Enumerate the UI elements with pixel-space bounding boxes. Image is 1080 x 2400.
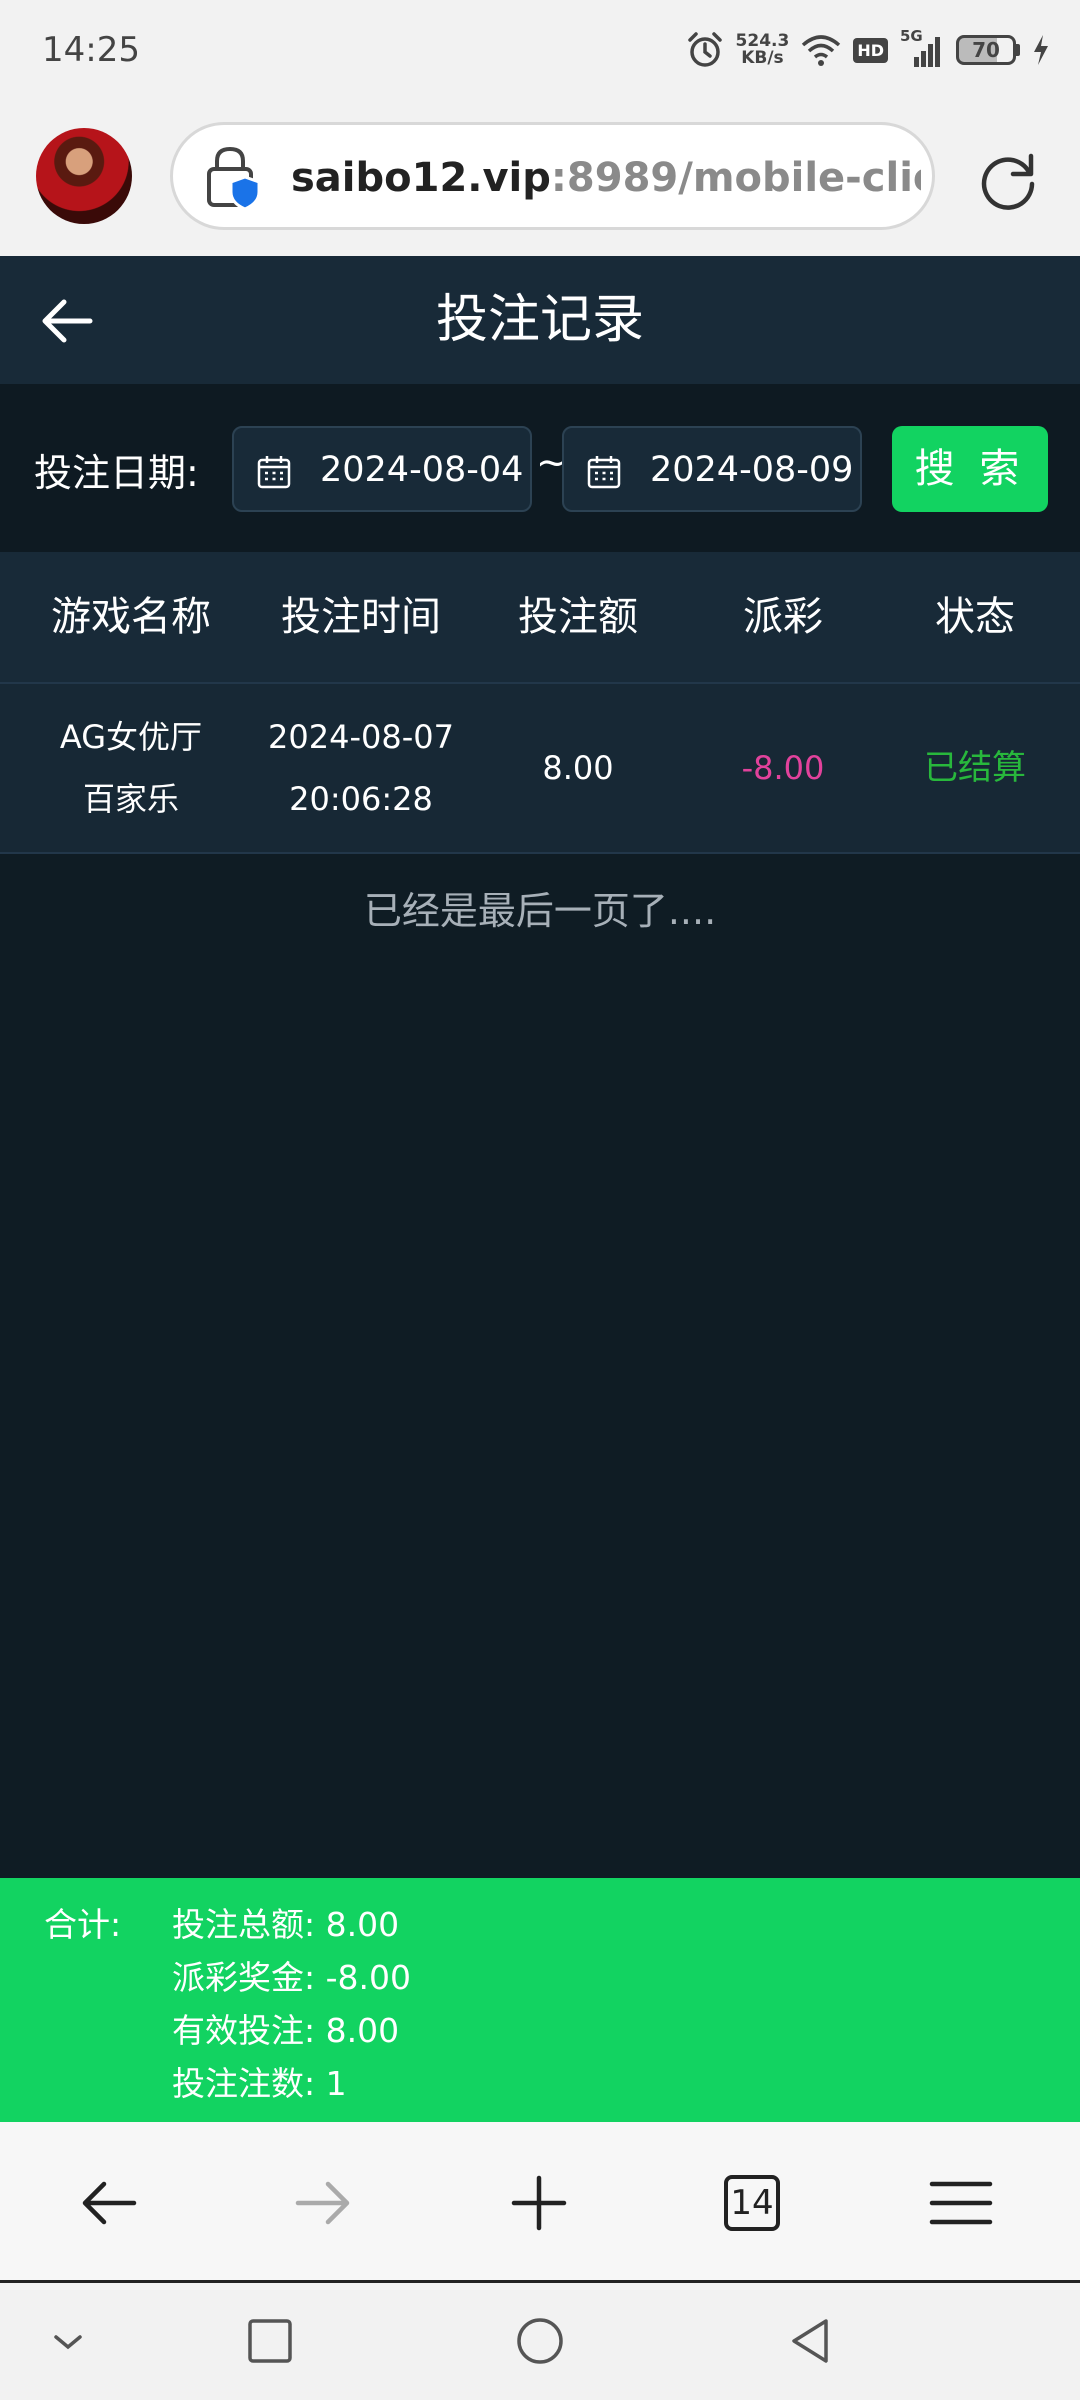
alarm-icon xyxy=(687,32,722,67)
reload-icon[interactable] xyxy=(975,148,1041,214)
bet-date-label: 投注日期: xyxy=(34,451,199,495)
new-tab-plus-icon[interactable] xyxy=(506,2170,572,2236)
browser-forward-icon[interactable] xyxy=(290,2170,356,2236)
charging-icon xyxy=(1034,35,1048,65)
tabs-count-button[interactable]: 14 xyxy=(724,2175,780,2231)
payout-cell: -8.00 xyxy=(696,684,870,852)
game-name-cell: AG女优厅 百家乐 xyxy=(0,684,262,852)
search-button[interactable]: 搜 索 xyxy=(892,426,1048,512)
bet-date: 2024-08-07 xyxy=(268,718,454,756)
bet-time: 20:06:28 xyxy=(289,780,433,818)
net-speed-unit: KB/s xyxy=(741,48,784,68)
summary-panel: 合计: 投注总额: 8.00 派彩奖金: -8.00 有效投注: 8.00 投注… xyxy=(0,1878,1080,2122)
end-of-list-note: 已经是最后一页了.... xyxy=(363,889,717,933)
start-date-value: 2024-08-04 xyxy=(320,450,524,490)
payout-value: -8.00 xyxy=(741,749,825,787)
browser-address-bar: saibo12.vip:8989/mobile-client/s xyxy=(0,100,1080,256)
collapse-chevron-icon[interactable] xyxy=(40,2313,96,2369)
calendar-icon xyxy=(587,456,621,489)
back-arrow-icon[interactable] xyxy=(40,294,94,348)
table-header: 游戏名称 投注时间 投注额 派彩 状态 xyxy=(0,552,1080,682)
status-time: 14:25 xyxy=(42,30,140,70)
net-speed: 524.3 KB/s xyxy=(736,33,790,67)
url-text: saibo12.vip:8989/mobile-client/s xyxy=(291,155,921,201)
url-field[interactable]: saibo12.vip:8989/mobile-client/s xyxy=(170,122,935,230)
system-navigation-bar xyxy=(0,2283,1080,2400)
browser-toolbar: 14 xyxy=(0,2122,1080,2280)
status-cell: 已结算 xyxy=(870,684,1080,852)
lock-shield-icon xyxy=(207,146,261,211)
home-circle-icon[interactable] xyxy=(512,2313,568,2369)
battery-level: 70 xyxy=(972,38,1000,62)
hd-badge: HD xyxy=(853,37,888,63)
date-filter: 投注日期: 2024-08-04 ~ 2024-08-09 搜 索 xyxy=(0,384,1080,552)
url-path: :8989/mobile-client/s xyxy=(550,155,921,201)
start-date-field[interactable]: 2024-08-04 xyxy=(232,426,532,512)
game-name-line1: AG女优厅 xyxy=(59,718,203,756)
tab-count: 14 xyxy=(730,2183,774,2223)
column-header-game: 游戏名称 xyxy=(51,594,211,640)
page-title: 投注记录 xyxy=(435,290,644,350)
summary-valid-bet: 有效投注: 8.00 xyxy=(172,2011,400,2050)
page-header: 投注记录 xyxy=(0,256,1080,384)
profile-avatar[interactable] xyxy=(36,128,132,224)
summary-bet-count: 投注注数: 1 xyxy=(172,2064,347,2103)
table-row[interactable]: AG女优厅 百家乐 2024-08-07 20:06:28 8.00 -8.00… xyxy=(0,682,1080,854)
summary-total-bet: 投注总额: 8.00 xyxy=(172,1905,400,1944)
bet-time-cell: 2024-08-07 20:06:28 xyxy=(262,684,460,852)
back-triangle-icon[interactable] xyxy=(782,2313,838,2369)
status-bar: 14:25 524.3 KB/s HD 5G 70 xyxy=(0,0,1080,100)
column-header-amount: 投注额 xyxy=(518,594,638,640)
bet-amount-cell: 8.00 xyxy=(460,684,696,852)
menu-hamburger-icon[interactable] xyxy=(928,2170,994,2236)
url-host: saibo12.vip xyxy=(291,155,551,201)
column-header-time: 投注时间 xyxy=(281,594,441,640)
column-header-status: 状态 xyxy=(935,594,1015,640)
status-icons: 524.3 KB/s HD 5G 70 xyxy=(686,26,1050,74)
end-date-value: 2024-08-09 xyxy=(650,450,854,490)
battery-icon: 70 xyxy=(956,35,1020,65)
column-header-payout: 派彩 xyxy=(743,594,823,640)
recents-square-icon[interactable] xyxy=(242,2313,298,2369)
summary-payout: 派彩奖金: -8.00 xyxy=(172,1958,411,1997)
status-value: 已结算 xyxy=(924,748,1026,788)
game-name-line2: 百家乐 xyxy=(82,780,179,818)
signal-icon: 5G xyxy=(900,27,944,67)
bet-amount: 8.00 xyxy=(542,749,614,787)
wifi-icon xyxy=(802,35,841,66)
end-date-field[interactable]: 2024-08-09 xyxy=(562,426,862,512)
summary-label: 合计: xyxy=(44,1905,122,1944)
browser-back-icon[interactable] xyxy=(76,2170,142,2236)
calendar-icon xyxy=(257,456,291,489)
